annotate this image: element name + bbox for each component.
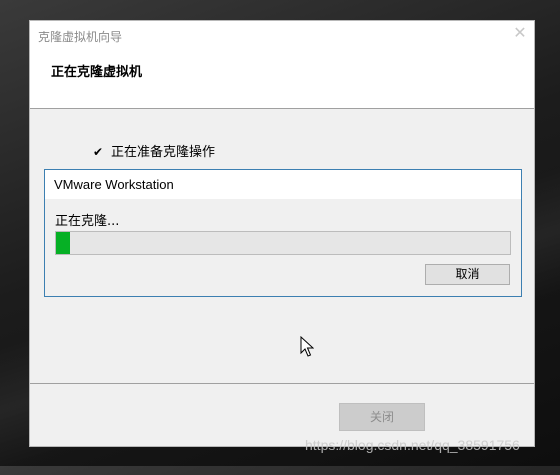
step-item-prepare: ✔ 正在准备克隆操作 [93,141,215,160]
dialog-header: 克隆虚拟机向导 ✕ 正在克隆虚拟机 [30,21,534,109]
close-icon[interactable]: ✕ [513,25,527,41]
footer-divider [30,383,534,384]
mouse-pointer-icon [300,336,314,357]
watermark-text: https://blog.csdn.net/qq_38591756 [305,437,520,453]
step-label: 正在准备克隆操作 [111,145,216,160]
progress-fill [56,232,70,254]
progress-panel: VMware Workstation 正在克隆... 取消 [44,169,522,297]
page-title: 正在克隆虚拟机 [51,65,143,80]
clone-wizard-dialog: 克隆虚拟机向导 ✕ 正在克隆虚拟机 ✔ 正在准备克隆操作 VMware Works… [29,20,535,447]
close-button[interactable]: 关闭 [339,403,425,431]
status-text: 正在克隆... [55,214,120,229]
check-icon: ✔ [93,145,104,159]
window-title: 克隆虚拟机向导 [38,30,123,44]
panel-title: VMware Workstation [45,170,521,199]
progress-bar [55,231,511,255]
cancel-button[interactable]: 取消 [425,264,510,285]
